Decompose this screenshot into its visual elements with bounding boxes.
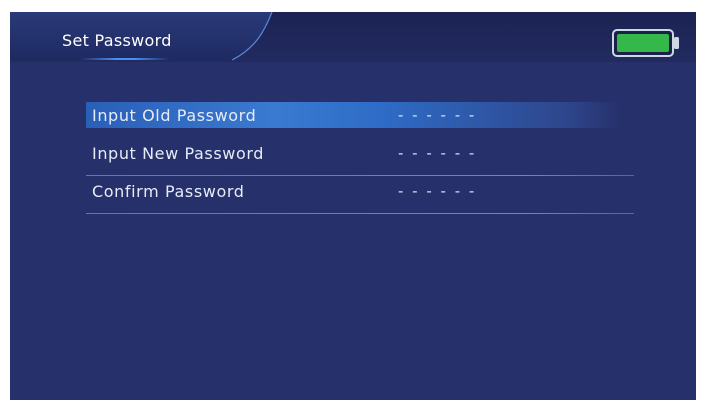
password-menu: Input Old Password - - - - - - Input New… [86, 102, 646, 216]
password-mask[interactable]: - - - - - - [398, 182, 476, 200]
battery-icon [612, 29, 679, 57]
device-screen: Set Password Input Old Password - - - - … [10, 12, 696, 400]
menu-item-label: Input New Password [92, 144, 265, 163]
menu-item-label: Input Old Password [92, 106, 257, 125]
password-mask[interactable]: - - - - - - [398, 144, 476, 162]
menu-item-confirm-password[interactable]: Confirm Password - - - - - - [86, 178, 646, 214]
row-divider [86, 213, 634, 214]
title-tab: Set Password [10, 12, 280, 62]
title-underline [80, 58, 170, 60]
menu-item-label: Confirm Password [92, 182, 245, 201]
page-title: Set Password [62, 31, 172, 50]
menu-item-old-password[interactable]: Input Old Password - - - - - - [86, 102, 646, 138]
header-bar: Set Password [10, 12, 696, 62]
row-divider [86, 175, 634, 176]
menu-item-new-password[interactable]: Input New Password - - - - - - [86, 140, 646, 176]
password-mask[interactable]: - - - - - - [398, 106, 476, 124]
